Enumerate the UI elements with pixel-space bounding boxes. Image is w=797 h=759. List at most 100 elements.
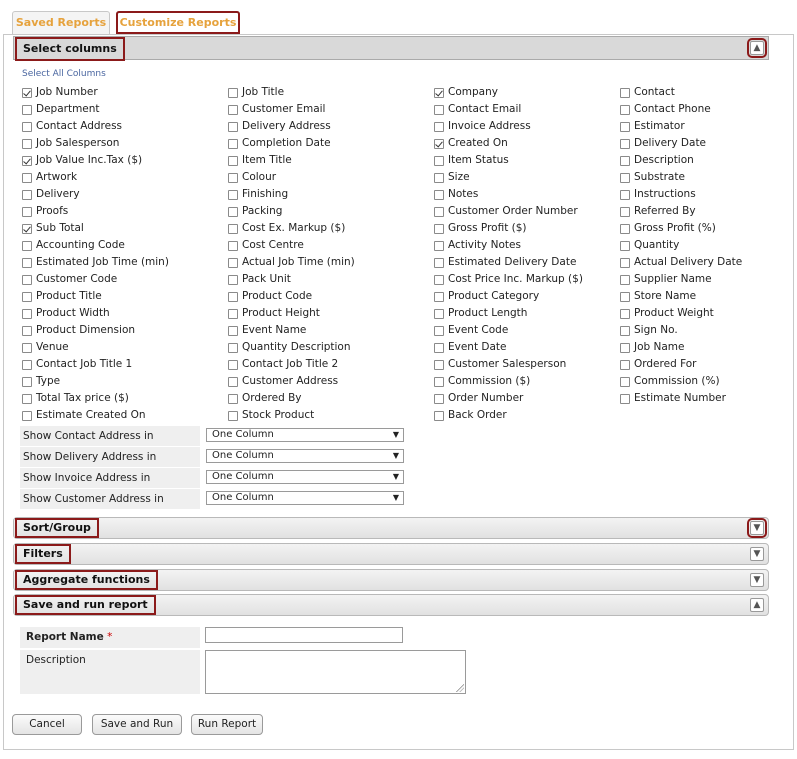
checkbox-unchecked-icon[interactable] <box>228 291 238 302</box>
cancel-button[interactable]: Cancel <box>12 714 82 735</box>
checkbox-unchecked-icon[interactable] <box>620 308 630 319</box>
column-checkbox-item[interactable]: Item Title <box>228 152 355 169</box>
column-checkbox-item[interactable]: Pack Unit <box>228 271 355 288</box>
chevron-down-icon[interactable]: ▼ <box>750 547 764 561</box>
column-checkbox-item[interactable]: Customer Order Number <box>434 203 583 220</box>
checkbox-unchecked-icon[interactable] <box>228 172 238 183</box>
checkbox-unchecked-icon[interactable] <box>22 104 32 115</box>
column-checkbox-item[interactable]: Cost Centre <box>228 237 355 254</box>
checkbox-unchecked-icon[interactable] <box>228 104 238 115</box>
column-checkbox-item[interactable]: Completion Date <box>228 135 355 152</box>
column-checkbox-item[interactable]: Type <box>22 373 169 390</box>
checkbox-unchecked-icon[interactable] <box>434 257 444 268</box>
checkbox-unchecked-icon[interactable] <box>620 342 630 353</box>
column-checkbox-item[interactable]: Quantity <box>620 237 742 254</box>
report-name-input[interactable] <box>205 627 403 643</box>
section-select-columns[interactable]: Select columns ▲ <box>13 36 769 61</box>
checkbox-unchecked-icon[interactable] <box>22 138 32 149</box>
delivery-address-select[interactable]: One Column ▼ <box>206 449 404 463</box>
column-checkbox-item[interactable]: Estimated Job Time (min) <box>22 254 169 271</box>
column-checkbox-item[interactable]: Size <box>434 169 583 186</box>
column-checkbox-item[interactable]: Actual Job Time (min) <box>228 254 355 271</box>
column-checkbox-item[interactable]: Created On <box>434 135 583 152</box>
checkbox-unchecked-icon[interactable] <box>228 155 238 166</box>
column-checkbox-item[interactable]: Invoice Address <box>434 118 583 135</box>
checkbox-unchecked-icon[interactable] <box>228 87 238 98</box>
column-checkbox-item[interactable]: Customer Address <box>228 373 355 390</box>
column-checkbox-item[interactable]: Product Title <box>22 288 169 305</box>
column-checkbox-item[interactable]: Product Weight <box>620 305 742 322</box>
column-checkbox-item[interactable]: Delivery Address <box>228 118 355 135</box>
checkbox-unchecked-icon[interactable] <box>22 376 32 387</box>
column-checkbox-item[interactable]: Customer Salesperson <box>434 356 583 373</box>
column-checkbox-item[interactable]: Notes <box>434 186 583 203</box>
checkbox-unchecked-icon[interactable] <box>228 257 238 268</box>
column-checkbox-item[interactable]: Gross Profit ($) <box>434 220 583 237</box>
checkbox-unchecked-icon[interactable] <box>434 325 444 336</box>
column-checkbox-item[interactable]: Total Tax price ($) <box>22 390 169 407</box>
checkbox-unchecked-icon[interactable] <box>228 342 238 353</box>
section-sort-group[interactable]: Sort/Group ▼ <box>13 517 769 539</box>
checkbox-unchecked-icon[interactable] <box>620 104 630 115</box>
checkbox-unchecked-icon[interactable] <box>228 223 238 234</box>
checkbox-unchecked-icon[interactable] <box>620 359 630 370</box>
checkbox-unchecked-icon[interactable] <box>620 393 630 404</box>
checkbox-unchecked-icon[interactable] <box>22 410 32 421</box>
column-checkbox-item[interactable]: Company <box>434 84 583 101</box>
column-checkbox-item[interactable]: Quantity Description <box>228 339 355 356</box>
checkbox-unchecked-icon[interactable] <box>228 240 238 251</box>
column-checkbox-item[interactable]: Event Name <box>228 322 355 339</box>
column-checkbox-item[interactable]: Sign No. <box>620 322 742 339</box>
checkbox-unchecked-icon[interactable] <box>228 121 238 132</box>
checkbox-unchecked-icon[interactable] <box>22 240 32 251</box>
column-checkbox-item[interactable]: Commission ($) <box>434 373 583 390</box>
checkbox-unchecked-icon[interactable] <box>434 274 444 285</box>
checkbox-unchecked-icon[interactable] <box>620 155 630 166</box>
column-checkbox-item[interactable]: Commission (%) <box>620 373 742 390</box>
column-checkbox-item[interactable]: Artwork <box>22 169 169 186</box>
column-checkbox-item[interactable]: Department <box>22 101 169 118</box>
checkbox-unchecked-icon[interactable] <box>434 223 444 234</box>
chevron-up-icon[interactable]: ▲ <box>747 38 767 58</box>
column-checkbox-item[interactable]: Job Name <box>620 339 742 356</box>
column-checkbox-item[interactable]: Job Salesperson <box>22 135 169 152</box>
checkbox-unchecked-icon[interactable] <box>620 240 630 251</box>
checkbox-unchecked-icon[interactable] <box>22 291 32 302</box>
checkbox-unchecked-icon[interactable] <box>620 138 630 149</box>
column-checkbox-item[interactable]: Estimated Delivery Date <box>434 254 583 271</box>
column-checkbox-item[interactable]: Cost Price Inc. Markup ($) <box>434 271 583 288</box>
column-checkbox-item[interactable]: Ordered For <box>620 356 742 373</box>
column-checkbox-item[interactable]: Stock Product <box>228 407 355 424</box>
column-checkbox-item[interactable]: Description <box>620 152 742 169</box>
chevron-down-icon[interactable]: ▼ <box>750 573 764 587</box>
checkbox-unchecked-icon[interactable] <box>228 410 238 421</box>
checkbox-unchecked-icon[interactable] <box>620 172 630 183</box>
checkbox-checked-icon[interactable] <box>22 87 32 98</box>
checkbox-unchecked-icon[interactable] <box>434 121 444 132</box>
column-checkbox-item[interactable]: Job Number <box>22 84 169 101</box>
checkbox-unchecked-icon[interactable] <box>22 325 32 336</box>
resize-grip-icon[interactable] <box>456 684 464 692</box>
column-checkbox-item[interactable]: Referred By <box>620 203 742 220</box>
column-checkbox-item[interactable]: Customer Email <box>228 101 355 118</box>
chevron-down-icon[interactable]: ▼ <box>747 518 767 538</box>
customer-address-select[interactable]: One Column ▼ <box>206 491 404 505</box>
checkbox-unchecked-icon[interactable] <box>620 189 630 200</box>
column-checkbox-item[interactable]: Contact <box>620 84 742 101</box>
checkbox-unchecked-icon[interactable] <box>22 189 32 200</box>
checkbox-unchecked-icon[interactable] <box>228 206 238 217</box>
column-checkbox-item[interactable]: Finishing <box>228 186 355 203</box>
checkbox-unchecked-icon[interactable] <box>228 308 238 319</box>
save-and-run-button[interactable]: Save and Run <box>92 714 182 735</box>
tab-customize-reports[interactable]: Customize Reports <box>116 11 240 34</box>
checkbox-unchecked-icon[interactable] <box>22 342 32 353</box>
column-checkbox-item[interactable]: Substrate <box>620 169 742 186</box>
checkbox-unchecked-icon[interactable] <box>228 325 238 336</box>
checkbox-unchecked-icon[interactable] <box>620 206 630 217</box>
column-checkbox-item[interactable]: Store Name <box>620 288 742 305</box>
checkbox-unchecked-icon[interactable] <box>620 121 630 132</box>
checkbox-unchecked-icon[interactable] <box>620 274 630 285</box>
checkbox-checked-icon[interactable] <box>434 138 444 149</box>
checkbox-unchecked-icon[interactable] <box>434 206 444 217</box>
column-checkbox-item[interactable]: Job Value Inc.Tax ($) <box>22 152 169 169</box>
